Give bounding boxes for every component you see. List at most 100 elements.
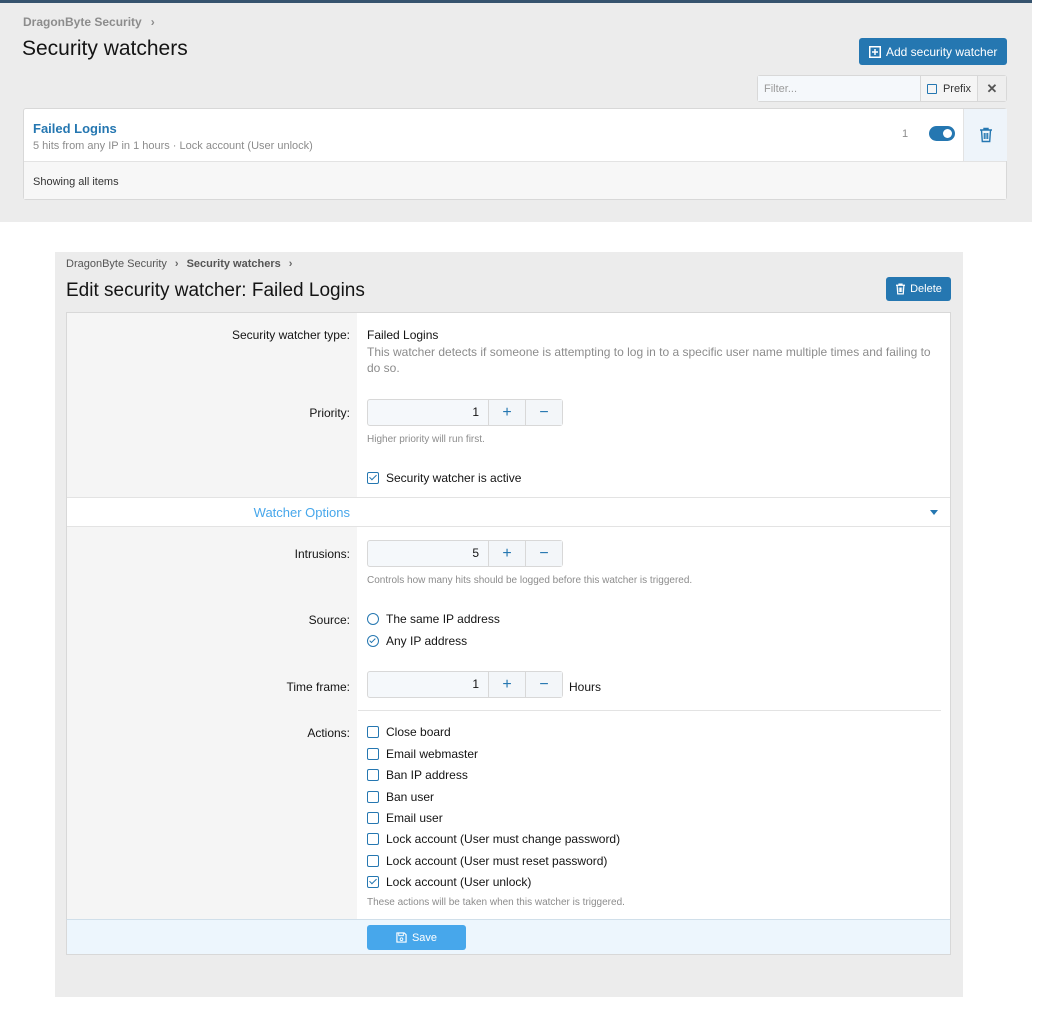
watcher-description: 5 hits from any IP in 1 hours · Lock acc… xyxy=(33,140,313,152)
action-label: Ban IP address xyxy=(386,768,468,782)
action-checkbox[interactable] xyxy=(367,748,379,760)
priority-increment-button[interactable]: + xyxy=(488,400,525,425)
action-checkbox[interactable] xyxy=(367,791,379,803)
action-checkbox[interactable] xyxy=(367,812,379,824)
intrusions-stepper: 5 + − xyxy=(367,540,563,567)
page-title: Edit security watcher: Failed Logins xyxy=(66,280,365,301)
save-label: Save xyxy=(411,931,438,944)
security-watchers-list-panel: DragonByte Security › Security watchers A… xyxy=(0,0,1032,222)
breadcrumb-link-dragonbyte[interactable]: DragonByte Security xyxy=(23,15,142,29)
source-option-label: The same IP address xyxy=(386,612,500,626)
type-value: Failed Logins xyxy=(367,328,439,342)
action-option[interactable]: Lock account (User unlock) xyxy=(367,875,531,889)
breadcrumb-link-security-watchers[interactable]: Security watchers xyxy=(187,258,281,270)
filter-bar: Prefix ✕ xyxy=(757,75,1007,102)
intrusions-label: Intrusions: xyxy=(294,547,350,561)
timeframe-decrement-button[interactable]: − xyxy=(525,672,562,697)
clear-filter-button[interactable]: ✕ xyxy=(977,76,1006,101)
delete-label: Delete xyxy=(910,283,942,295)
source-option-any-ip[interactable]: Any IP address xyxy=(367,634,467,648)
action-option[interactable]: Email user xyxy=(367,811,443,825)
action-checkbox[interactable] xyxy=(367,833,379,845)
priority-label: Priority: xyxy=(309,406,350,420)
action-option[interactable]: Ban user xyxy=(367,790,434,804)
trash-icon xyxy=(896,283,906,295)
action-checkbox[interactable] xyxy=(367,855,379,867)
watcher-active-toggle[interactable] xyxy=(929,126,955,141)
source-label: Source: xyxy=(308,613,350,627)
active-checkbox-label: Security watcher is active xyxy=(386,471,522,485)
intrusions-decrement-button[interactable]: − xyxy=(525,541,562,566)
breadcrumb: DragonByte Security › Security watchers › xyxy=(66,258,300,270)
add-security-watcher-button[interactable]: Add security watcher xyxy=(859,38,1007,65)
prefix-label: Prefix xyxy=(942,82,972,95)
active-checkbox[interactable] xyxy=(367,472,379,484)
divider xyxy=(358,710,941,711)
breadcrumb: DragonByte Security › xyxy=(23,15,155,29)
action-option[interactable]: Email webmaster xyxy=(367,747,478,761)
type-label: Security watcher type: xyxy=(231,328,350,342)
prefix-toggle[interactable]: Prefix xyxy=(920,76,977,101)
actions-hint: These actions will be taken when this wa… xyxy=(367,897,625,908)
delete-button[interactable]: Delete xyxy=(886,277,951,301)
action-option[interactable]: Lock account (User must change password) xyxy=(367,832,620,846)
timeframe-stepper: 1 + − xyxy=(367,671,563,698)
list-item: Failed Logins 5 hits from any IP in 1 ho… xyxy=(24,109,1007,162)
active-checkbox-row[interactable]: Security watcher is active xyxy=(367,471,521,485)
action-checkbox[interactable] xyxy=(367,769,379,781)
priority-input[interactable]: 1 xyxy=(368,400,488,425)
page-title: Security watchers xyxy=(22,37,188,60)
action-label: Email user xyxy=(386,811,443,825)
prefix-checkbox[interactable] xyxy=(926,83,937,94)
breadcrumb-link-dragonbyte[interactable]: DragonByte Security xyxy=(66,258,167,270)
add-security-watcher-label: Add security watcher xyxy=(886,44,998,59)
caret-down-icon[interactable] xyxy=(930,510,938,515)
list-footer: Showing all items xyxy=(24,162,1006,199)
priority-stepper: 1 + − xyxy=(367,399,563,426)
action-label: Lock account (User must reset password) xyxy=(386,854,608,868)
edit-form: Security watcher type: Failed Logins Thi… xyxy=(66,312,951,955)
action-label: Lock account (User unlock) xyxy=(386,875,532,889)
watcher-hit-count: 1 xyxy=(902,128,909,140)
action-label: Lock account (User must change password) xyxy=(386,832,621,846)
form-submit-row: Save xyxy=(66,919,951,955)
action-checkbox[interactable] xyxy=(367,876,379,888)
watcher-title-link[interactable]: Failed Logins xyxy=(33,121,117,136)
action-label: Ban user xyxy=(386,790,435,804)
watcher-options-section-header[interactable]: Watcher Options xyxy=(67,497,950,527)
action-option[interactable]: Close board xyxy=(367,725,451,739)
action-label: Email webmaster xyxy=(386,747,479,761)
source-option-label: Any IP address xyxy=(386,634,468,648)
watcher-list: Failed Logins 5 hits from any IP in 1 ho… xyxy=(23,108,1007,200)
chevron-right-icon: › xyxy=(288,258,293,270)
chevron-right-icon: › xyxy=(150,15,155,29)
close-icon: ✕ xyxy=(986,80,998,96)
delete-watcher-button[interactable] xyxy=(964,109,1007,161)
actions-label: Actions: xyxy=(307,726,350,740)
chevron-right-icon: › xyxy=(174,258,179,270)
timeframe-label: Time frame: xyxy=(286,680,350,694)
timeframe-unit: Hours xyxy=(569,680,602,694)
source-option-same-ip[interactable]: The same IP address xyxy=(367,612,500,626)
save-icon xyxy=(396,932,407,943)
source-radio-same-ip[interactable] xyxy=(367,613,379,625)
priority-hint: Higher priority will run first. xyxy=(367,434,485,445)
timeframe-input[interactable]: 1 xyxy=(368,672,488,697)
filter-input[interactable] xyxy=(758,76,920,101)
save-button[interactable]: Save xyxy=(367,925,466,950)
intrusions-hint: Controls how many hits should be logged … xyxy=(367,575,693,586)
intrusions-increment-button[interactable]: + xyxy=(488,541,525,566)
source-radio-any-ip[interactable] xyxy=(367,635,379,647)
section-title: Watcher Options xyxy=(253,505,350,520)
action-option[interactable]: Lock account (User must reset password) xyxy=(367,854,607,868)
action-label: Close board xyxy=(386,725,451,739)
showing-items-text: Showing all items xyxy=(33,176,119,188)
action-checkbox[interactable] xyxy=(367,726,379,738)
action-option[interactable]: Ban IP address xyxy=(367,768,468,782)
priority-decrement-button[interactable]: − xyxy=(525,400,562,425)
edit-security-watcher-panel: DragonByte Security › Security watchers › E… xyxy=(55,252,963,997)
timeframe-increment-button[interactable]: + xyxy=(488,672,525,697)
type-explain: This watcher detects if someone is attem… xyxy=(367,345,931,375)
trash-icon xyxy=(979,127,992,143)
intrusions-input[interactable]: 5 xyxy=(368,541,488,566)
